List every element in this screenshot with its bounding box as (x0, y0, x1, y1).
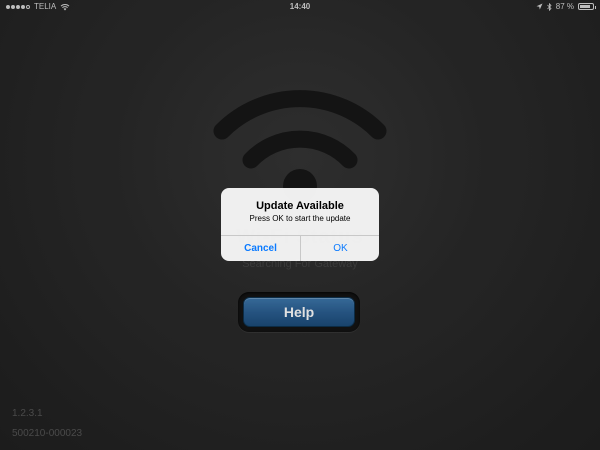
cancel-button[interactable]: Cancel (221, 236, 300, 261)
alert-message: Press OK to start the update (249, 214, 351, 223)
app-screen: TELIA 14:40 87 % Wi- (0, 0, 600, 450)
alert-title: Update Available (256, 200, 344, 212)
ok-button[interactable]: OK (301, 236, 379, 261)
update-alert-dialog: Update Available Press OK to start the u… (221, 188, 379, 261)
